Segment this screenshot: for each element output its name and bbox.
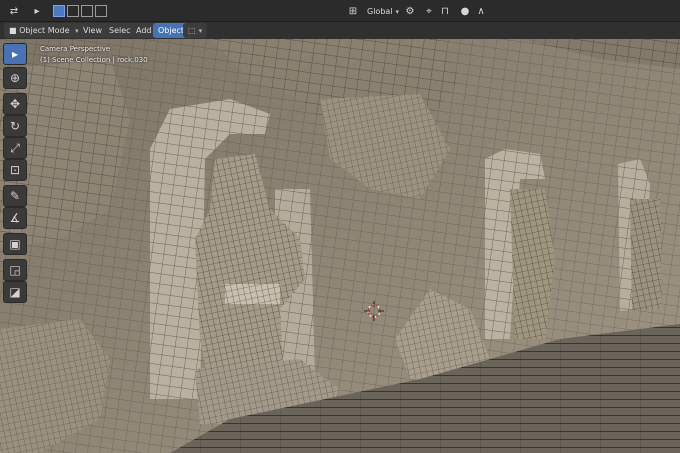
- chevron-down-icon: ▾: [198, 27, 203, 35]
- collection-info: (1) Scene Collection | rock.030: [40, 56, 148, 64]
- object-options-icon: ⬚: [188, 26, 196, 35]
- orientation-icon: ⊞: [348, 5, 358, 17]
- annotate-icon[interactable]: ✎: [3, 185, 27, 207]
- transform-icon[interactable]: ⊡: [3, 159, 27, 181]
- measure-icon[interactable]: ∡: [3, 207, 27, 229]
- scale-icon[interactable]: ⤢: [3, 137, 27, 159]
- view-name: Camera Perspective: [40, 45, 111, 53]
- viewport-header: ■ Object Mode ▾ View Select Add Object ⬚…: [0, 22, 680, 39]
- transform-orientation-label: Global: [367, 7, 393, 16]
- shrink-icon[interactable]: ◪: [3, 281, 27, 303]
- snap-target-icon[interactable]: ⊓: [438, 4, 452, 18]
- menu-select-label: Select: [109, 26, 134, 35]
- select-invert-icon[interactable]: [94, 4, 108, 18]
- select-box-icon[interactable]: ▸: [3, 43, 27, 65]
- add-cube-icon[interactable]: ▣: [3, 233, 27, 255]
- menu-object-label: Object: [158, 26, 185, 35]
- pivot-point-icon[interactable]: ⚙: [400, 4, 420, 18]
- transform-orientation-dropdown[interactable]: Global ▾: [362, 4, 404, 19]
- snap-icon[interactable]: ⌖: [422, 4, 436, 18]
- menu-view[interactable]: View: [78, 23, 107, 38]
- extrude-icon[interactable]: ◲: [3, 259, 27, 281]
- move-icon[interactable]: ✥: [3, 93, 27, 115]
- mode-label: Object Mode: [19, 26, 70, 35]
- object-options-dropdown[interactable]: ⬚ ▾: [183, 23, 208, 38]
- rotate-icon[interactable]: ↻: [3, 115, 27, 137]
- proportional-edit-icon[interactable]: ●: [458, 4, 472, 18]
- cursor-select-icon[interactable]: ▸: [30, 4, 44, 18]
- tool-settings-bar: ⇄ ▸ ⊞ Global ▾ ⚙ ⌖ ⊓ ● ∧: [0, 0, 680, 22]
- menu-add-label: Add: [136, 26, 152, 35]
- cursor-icon[interactable]: ⊕: [3, 67, 27, 89]
- viewport-scene: [0, 39, 680, 453]
- transform-pivot-icon[interactable]: ⇄: [4, 4, 24, 18]
- falloff-icon[interactable]: ∧: [474, 4, 488, 18]
- select-extend-icon[interactable]: [66, 4, 80, 18]
- mode-dropdown[interactable]: ■ Object Mode ▾: [4, 23, 84, 38]
- select-subtract-icon[interactable]: [80, 4, 94, 18]
- chevron-down-icon: ▾: [395, 8, 400, 16]
- menu-view-label: View: [83, 26, 102, 35]
- object-mode-icon: ■: [9, 26, 17, 35]
- select-box-icon[interactable]: [52, 4, 66, 18]
- 3d-viewport[interactable]: [0, 39, 680, 453]
